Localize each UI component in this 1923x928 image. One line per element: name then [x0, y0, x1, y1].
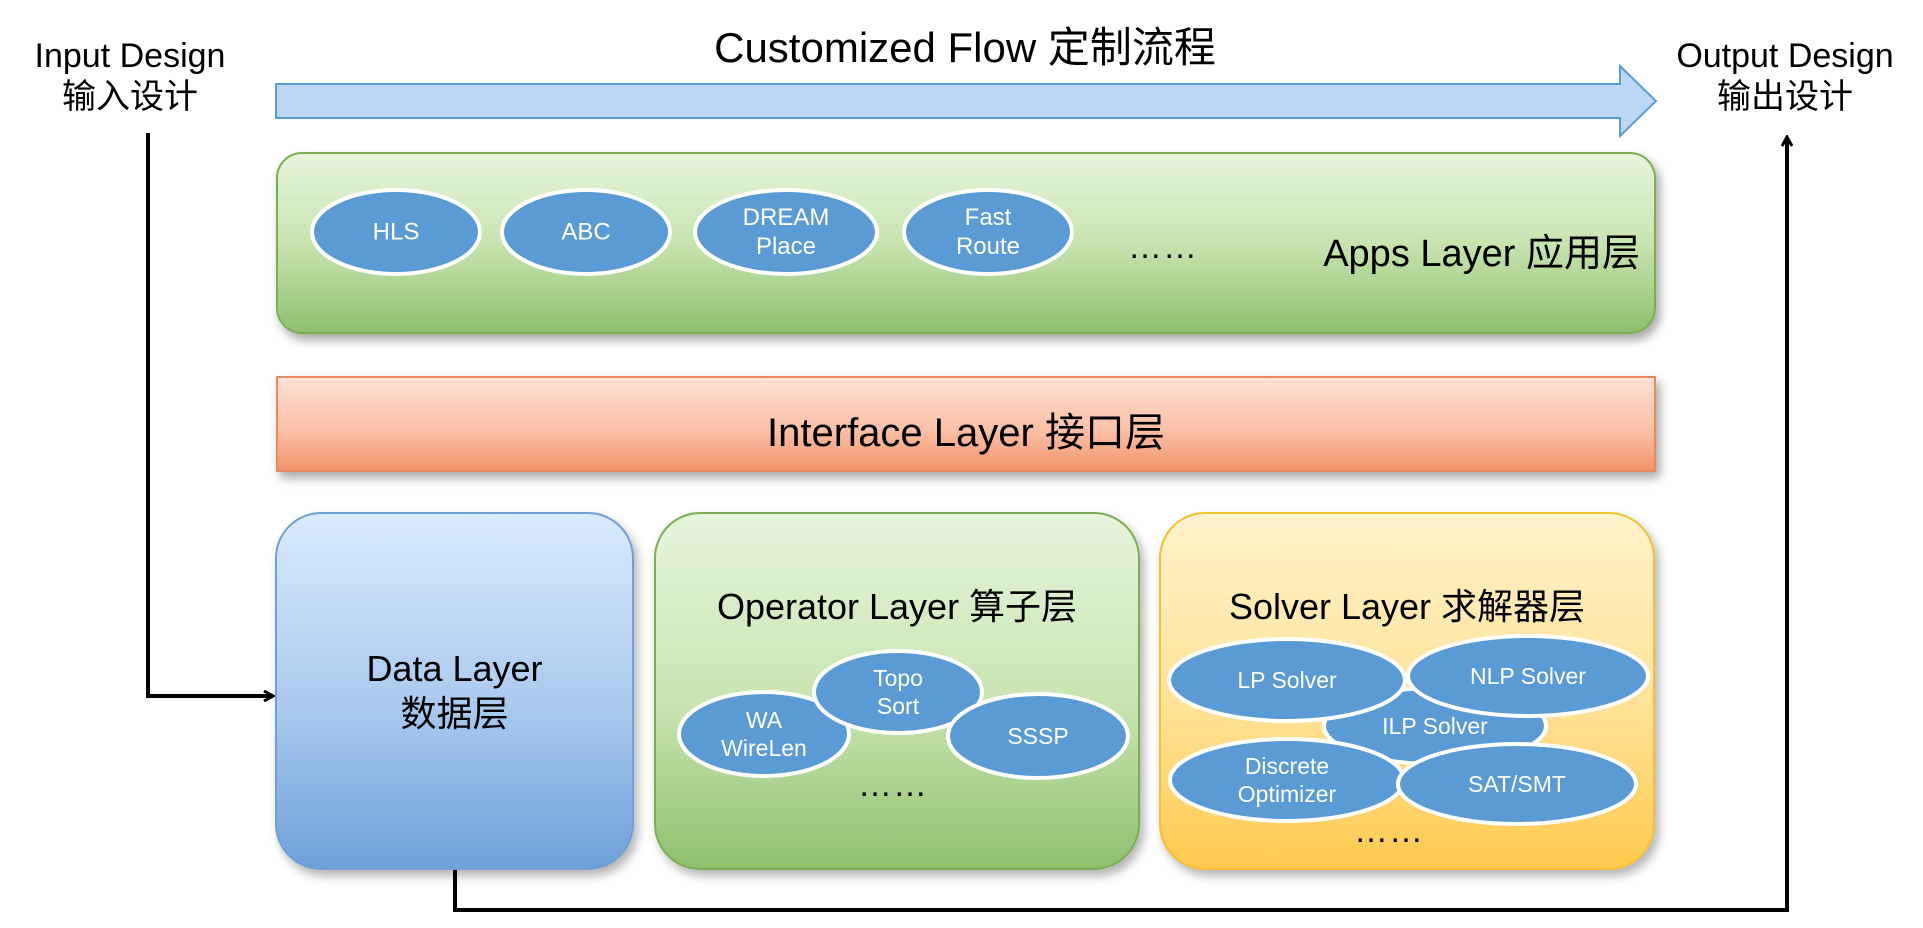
- solver-node-label: SAT/SMT: [1468, 771, 1566, 797]
- app-node-label: DREAM: [743, 204, 830, 231]
- solver-node-sat-smt: SAT/SMT: [1396, 742, 1638, 826]
- app-node-label: ABC: [561, 219, 610, 246]
- solver-node-discrete-optimizer: DiscreteOptimizer: [1168, 737, 1406, 823]
- app-node-label: HLS: [373, 219, 420, 246]
- operator-node-label: WA: [746, 707, 783, 733]
- operator-node-label: Sort: [877, 693, 920, 719]
- nodes-layer: HLS ABC DREAMPlace FastRoute WAWireLen TopoSo…: [310, 188, 1650, 826]
- operator-node-label: SSSP: [1007, 723, 1068, 749]
- solver-node-lp-solver: LP Solver: [1167, 637, 1407, 723]
- app-node-label: Fast: [965, 204, 1012, 231]
- solver-node-label: LP Solver: [1237, 667, 1337, 693]
- solver-node-label: Discrete: [1245, 753, 1329, 779]
- app-node-abc: ABC: [500, 188, 672, 276]
- solver-node-label: Optimizer: [1238, 781, 1337, 807]
- solver-node-label: ILP Solver: [1382, 713, 1488, 739]
- operator-node-label: WireLen: [721, 735, 807, 761]
- solver-node-label: NLP Solver: [1470, 663, 1586, 689]
- operator-node-sssp: SSSP: [946, 692, 1130, 780]
- operator-node-label: Topo: [873, 665, 923, 691]
- solver-node-nlp-solver: NLP Solver: [1406, 634, 1650, 718]
- app-node-label: Place: [756, 233, 816, 260]
- app-node-dream-place: DREAMPlace: [693, 188, 879, 276]
- app-node-label: Route: [956, 233, 1020, 260]
- app-node-hls: HLS: [310, 188, 482, 276]
- app-node-fast-route: FastRoute: [902, 188, 1074, 276]
